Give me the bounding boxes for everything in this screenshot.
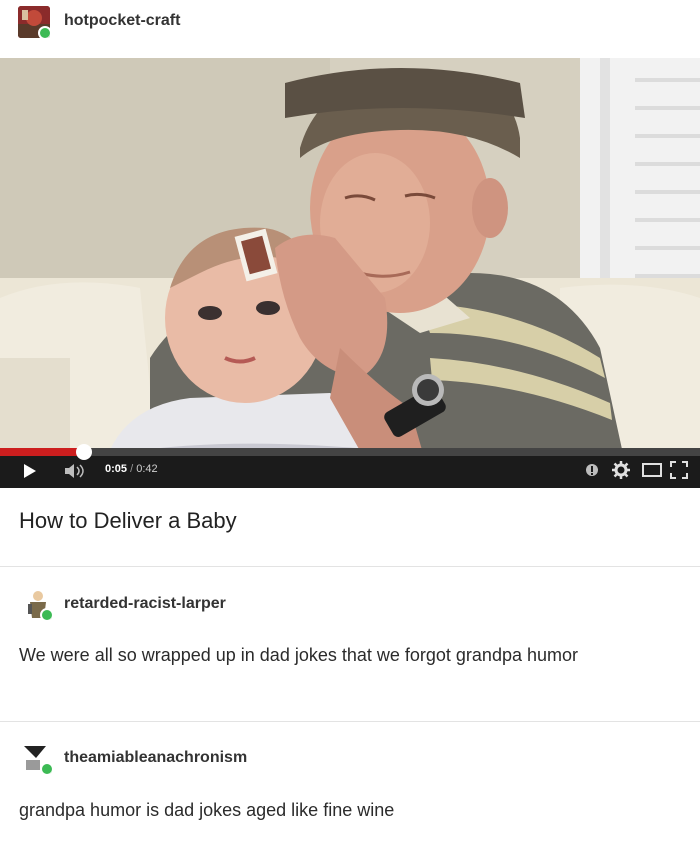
progress-fill (0, 448, 84, 456)
divider (0, 566, 700, 567)
follow-badge-icon (40, 608, 52, 620)
divider (0, 721, 700, 722)
progress-scrubber[interactable] (76, 444, 92, 460)
duration: 0:42 (136, 463, 158, 475)
play-icon[interactable] (22, 462, 38, 480)
reply-author[interactable]: retarded-racist-larper (64, 595, 226, 613)
theater-mode-icon[interactable] (642, 462, 662, 478)
player-controls: 0:05 / 0:42 (0, 444, 700, 488)
fullscreen-icon[interactable] (670, 461, 688, 479)
reply-avatar[interactable] (20, 588, 52, 620)
video-title[interactable]: How to Deliver a Baby (19, 508, 237, 534)
post-header: hotpocket-craft (0, 0, 700, 60)
follow-badge-icon (40, 762, 52, 774)
reply-text: grandpa humor is dad jokes aged like fin… (19, 800, 395, 820)
time-separator: / (130, 463, 134, 475)
video-frame (0, 58, 700, 486)
annotations-icon[interactable] (585, 463, 599, 477)
follow-badge-icon (38, 26, 50, 38)
avatar[interactable] (18, 6, 50, 38)
post-author[interactable]: hotpocket-craft (64, 12, 180, 30)
reply-author[interactable]: theamiableanachronism (64, 749, 247, 767)
settings-gear-icon[interactable] (612, 461, 630, 479)
reply-text: We were all so wrapped up in dad jokes t… (19, 645, 578, 665)
time-display: 0:05 / 0:42 (105, 463, 158, 475)
video-player[interactable] (0, 58, 700, 486)
volume-icon[interactable] (63, 462, 89, 480)
current-time: 0:05 (105, 463, 128, 475)
progress-bar[interactable] (0, 444, 700, 460)
reply-avatar[interactable] (20, 742, 52, 774)
